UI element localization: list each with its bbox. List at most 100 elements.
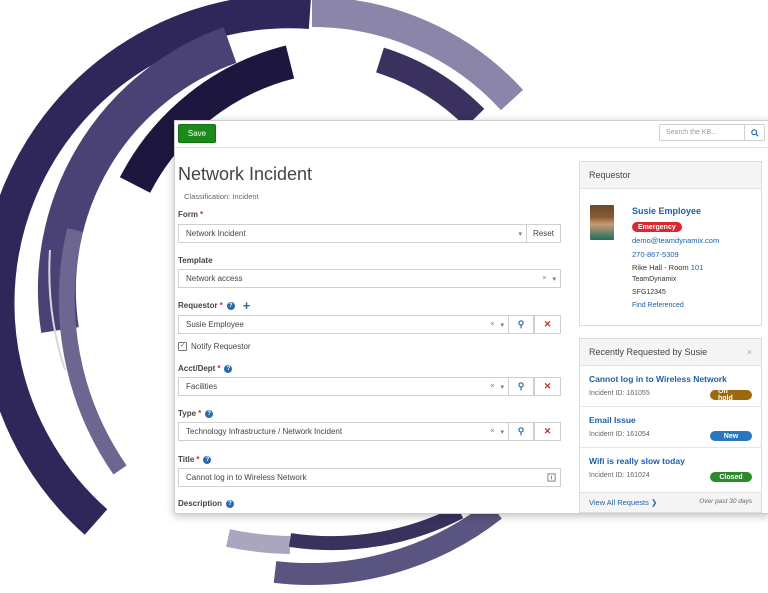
chevron-down-icon[interactable]: ▾: [500, 383, 504, 391]
template-label: Template: [178, 256, 213, 265]
template-select[interactable]: Network access × ▾: [178, 269, 561, 288]
requestor-search-button[interactable]: ⚲: [508, 315, 534, 334]
help-icon[interactable]: ?: [205, 409, 214, 418]
help-icon[interactable]: ?: [226, 499, 235, 508]
template-select-value: Network access: [186, 274, 243, 283]
required-mark: *: [196, 455, 200, 464]
form-label-text: Form: [178, 210, 198, 219]
requestor-panel-heading: Requestor: [580, 162, 761, 189]
status-badge-new: New: [710, 431, 752, 441]
requestor-id: SFG12345: [632, 289, 666, 296]
search-icon: ⚲: [517, 319, 525, 329]
title-input-value: Cannot log in to Wireless Network: [186, 473, 307, 482]
title-label: Title * ?: [178, 455, 212, 464]
title-input[interactable]: Cannot log in to Wireless Network: [178, 468, 561, 487]
requestor-location: Rike Hall - Room 101: [632, 263, 703, 272]
required-mark: *: [200, 210, 204, 219]
recent-requests-footer: View All Requests ❯ Over past 30 days: [580, 492, 761, 512]
chevron-down-icon[interactable]: ▾: [552, 275, 556, 283]
toolbar: Save Search the KB...: [175, 121, 768, 148]
clear-icon[interactable]: ×: [542, 275, 546, 282]
description-label-text: Description: [178, 499, 223, 508]
description-label: Description ?: [178, 499, 235, 508]
recent-requests-panel: Recently Requested by Susie × Cannot log…: [579, 338, 762, 513]
required-mark: *: [219, 301, 223, 310]
requestor-panel: Requestor Susie Employee Emergency demo@…: [579, 161, 762, 326]
save-button[interactable]: Save: [178, 124, 216, 143]
requestor-label-text: Requestor: [178, 301, 218, 310]
ring-arc-left: [58, 228, 127, 475]
add-requestor-icon[interactable]: +: [243, 299, 251, 312]
chevron-down-icon[interactable]: ▾: [500, 428, 504, 436]
remove-icon: ✕: [543, 381, 552, 391]
recent-requests-heading-text: Recently Requested by Susie: [589, 347, 708, 357]
form-label: Form *: [178, 210, 203, 219]
help-icon[interactable]: ?: [203, 455, 212, 464]
notify-requestor-row[interactable]: ✓ Notify Requestor: [178, 342, 251, 351]
requestor-room-link[interactable]: 101: [691, 263, 704, 272]
recent-request-title-link[interactable]: Email Issue: [589, 415, 636, 425]
type-remove-button[interactable]: ✕: [534, 422, 561, 441]
view-all-requests-link[interactable]: View All Requests ❯: [589, 498, 657, 507]
status-badge-on-hold: On hold: [710, 388, 752, 402]
priority-badge: Emergency: [632, 222, 682, 232]
recent-request-id: Incident ID: 161055: [589, 390, 650, 397]
search-icon: ⚲: [517, 426, 525, 436]
help-icon[interactable]: ?: [224, 364, 233, 373]
find-referenced-link[interactable]: Find Referenced: [632, 302, 684, 309]
acct-label: Acct/Dept * ?: [178, 364, 233, 373]
title-label-text: Title: [178, 455, 195, 464]
remove-icon: ✕: [543, 426, 552, 436]
requestor-select-value: Susie Employee: [186, 320, 244, 329]
requestor-email-link[interactable]: demo@teamdynamix.com: [632, 236, 719, 245]
required-mark: *: [217, 364, 221, 373]
reset-button[interactable]: Reset: [526, 224, 561, 243]
recent-request-title-link[interactable]: Wifi is really slow today: [589, 456, 685, 466]
notify-requestor-checkbox[interactable]: ✓: [178, 342, 187, 351]
remove-icon: ✕: [543, 319, 552, 329]
recent-requests-heading: Recently Requested by Susie ×: [580, 339, 761, 366]
type-select[interactable]: Technology Infrastructure / Network Inci…: [178, 422, 509, 441]
acct-label-text: Acct/Dept: [178, 364, 216, 373]
type-select-value: Technology Infrastructure / Network Inci…: [186, 427, 343, 436]
ticket-window: Save Search the KB... Network Incident C…: [174, 120, 768, 514]
clear-icon[interactable]: ×: [490, 383, 494, 390]
divider: [580, 447, 761, 448]
recent-request-title-link[interactable]: Cannot log in to Wireless Network: [589, 374, 727, 384]
recent-request-id: Incident ID: 161024: [589, 472, 650, 479]
kb-search-button[interactable]: [745, 124, 765, 141]
acct-select-value: Facilities: [186, 382, 218, 391]
requestor-org: TeamDynamix: [632, 276, 677, 283]
status-badge-closed: Closed: [710, 472, 752, 482]
acct-remove-button[interactable]: ✕: [534, 377, 561, 396]
acct-select[interactable]: Facilities × ▾: [178, 377, 509, 396]
recent-request-id: Incident ID: 161054: [589, 431, 650, 438]
requestor-remove-button[interactable]: ✕: [534, 315, 561, 334]
type-search-button[interactable]: ⚲: [508, 422, 534, 441]
requestor-name-link[interactable]: Susie Employee: [632, 206, 701, 216]
required-mark: *: [198, 409, 202, 418]
divider: [580, 406, 761, 407]
avatar: [590, 205, 614, 240]
requestor-label: Requestor * ? +: [178, 299, 251, 312]
chevron-down-icon[interactable]: ▾: [500, 321, 504, 329]
clear-icon[interactable]: ×: [490, 321, 494, 328]
chevron-down-icon[interactable]: ▾: [518, 230, 522, 238]
form-select[interactable]: Network Incident ▾: [178, 224, 527, 243]
requestor-location-text: Rike Hall - Room: [632, 263, 691, 272]
acct-search-button[interactable]: ⚲: [508, 377, 534, 396]
requestor-phone-link[interactable]: 270-867-5309: [632, 250, 679, 259]
text-format-icon[interactable]: [547, 473, 556, 482]
help-icon[interactable]: ?: [226, 301, 235, 310]
search-icon: [750, 128, 759, 137]
ring-arc-bottom-light: [226, 529, 291, 554]
kb-search-input[interactable]: Search the KB...: [659, 124, 745, 141]
clear-icon[interactable]: ×: [490, 428, 494, 435]
form-select-value: Network Incident: [186, 229, 246, 238]
requestor-select[interactable]: Susie Employee × ▾: [178, 315, 509, 334]
notify-requestor-label: Notify Requestor: [191, 342, 251, 351]
close-icon[interactable]: ×: [747, 347, 752, 357]
type-label-text: Type: [178, 409, 197, 418]
type-label: Type * ?: [178, 409, 214, 418]
classification-text: Classification: Incident: [184, 192, 259, 201]
